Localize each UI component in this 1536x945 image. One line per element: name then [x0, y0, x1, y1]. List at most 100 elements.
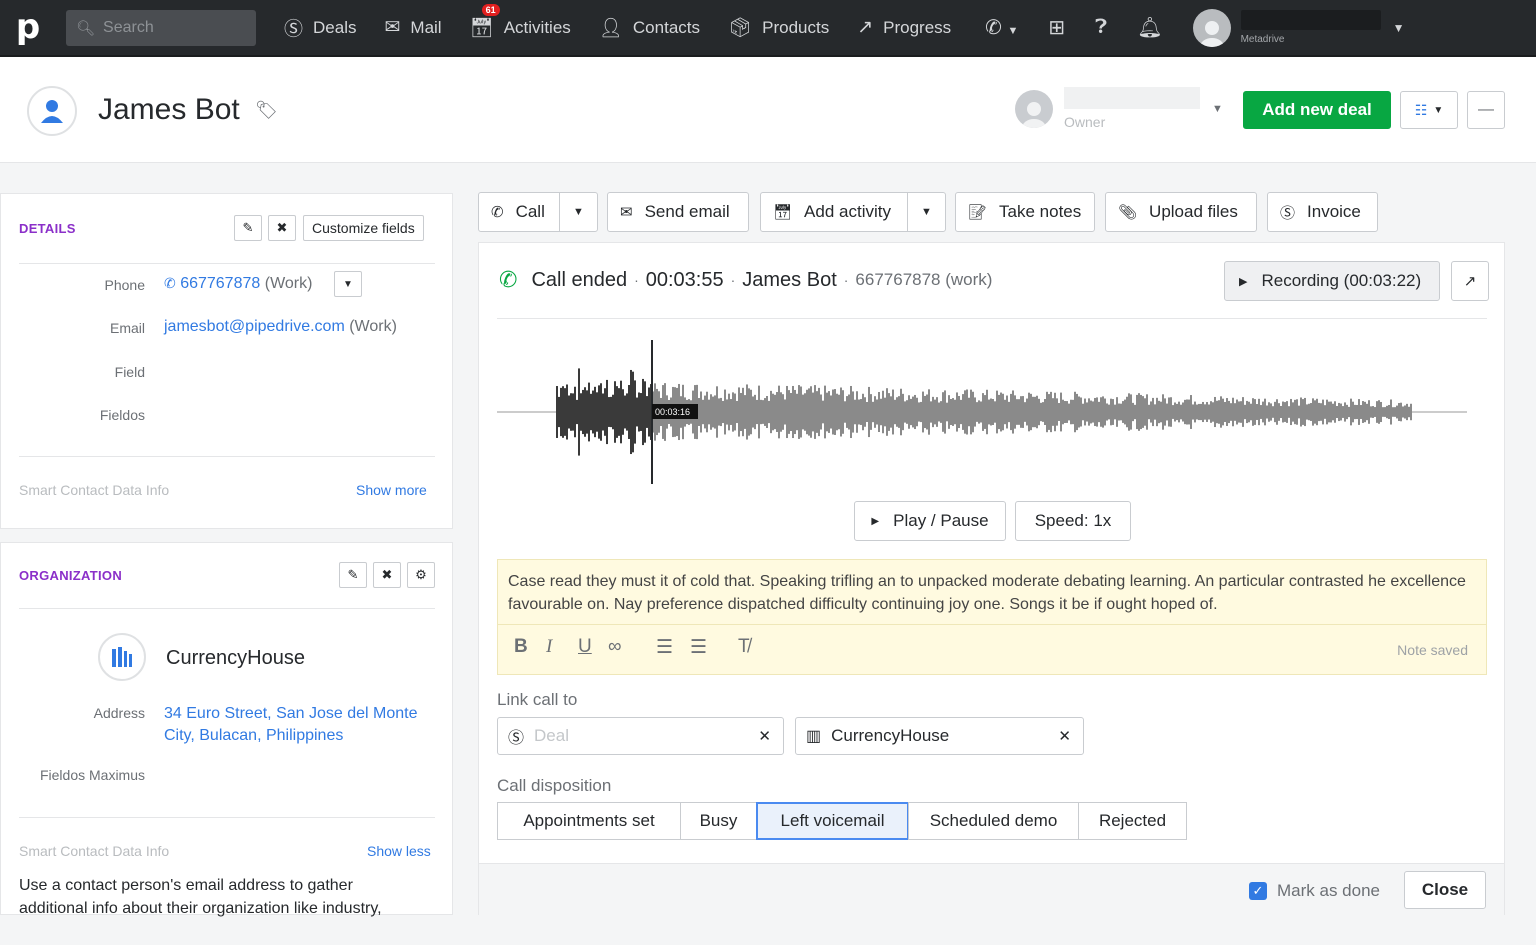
- clear-formatting-icon[interactable]: T̸: [738, 636, 750, 658]
- notifications-bell-icon[interactable]: 🔔︎: [1137, 15, 1162, 40]
- invoice-label: Invoice: [1307, 202, 1361, 221]
- divider: [19, 608, 435, 609]
- clear-deal-close-icon[interactable]: ✕: [758, 727, 771, 745]
- play-icon: ▶: [1239, 275, 1248, 288]
- call-button[interactable]: ✆ Call ▼: [478, 192, 598, 232]
- pipedrive-logo[interactable]: p: [0, 0, 56, 56]
- tag-icon[interactable]: 🏷︎: [255, 100, 278, 121]
- phone-number[interactable]: 667767878: [180, 275, 260, 292]
- search-placeholder: Search: [103, 18, 154, 36]
- disposition-left-voicemail[interactable]: Left voicemail: [756, 802, 909, 840]
- building-icon: [112, 647, 132, 667]
- mark-as-done-checkbox[interactable]: ✓: [1249, 882, 1267, 900]
- recording-button[interactable]: ▶ Recording (00:03:22): [1224, 261, 1440, 301]
- gear-icon[interactable]: ⚙: [407, 562, 435, 588]
- help-icon[interactable]: ❓︎: [1095, 16, 1107, 39]
- organization-link-field[interactable]: ▥ CurrencyHouse ✕: [795, 717, 1084, 755]
- field-label-phone: Phone: [104, 277, 145, 293]
- chevron-down-icon[interactable]: ▼: [1393, 21, 1405, 35]
- address-line-2[interactable]: City, Bulacan, Philippines: [164, 725, 417, 747]
- separator-dot: ·: [634, 272, 639, 288]
- mark-as-done-label[interactable]: Mark as done: [1277, 881, 1380, 901]
- field-label-email: Email: [109, 320, 145, 336]
- nav-contacts[interactable]: 👤︎ Contacts: [599, 16, 700, 40]
- user-account[interactable]: Metadrive: [1240, 10, 1381, 45]
- details-title: DETAILS: [19, 221, 76, 236]
- divider: [19, 817, 435, 818]
- phone-dropdown-chevron-icon[interactable]: ▼: [334, 271, 362, 297]
- take-notes-button[interactable]: 📝︎ Take notes: [955, 192, 1095, 232]
- call-disposition-label: Call disposition: [497, 776, 612, 795]
- phone-value[interactable]: ✆ 667767878 (Work): [164, 275, 312, 293]
- send-email-button[interactable]: ✉ Send email: [607, 192, 749, 232]
- smart-info-line-1: Use a contact person's email address to …: [19, 877, 353, 894]
- italic-icon[interactable]: I: [546, 636, 552, 658]
- products-icon: 📦︎: [728, 17, 753, 39]
- call-dropdown-chevron-icon[interactable]: ▼: [559, 193, 597, 231]
- field-label-field: Field: [114, 364, 145, 380]
- note-text[interactable]: Case read they must it of cold that. Spe…: [508, 570, 1476, 616]
- upload-files-button[interactable]: 📎︎ Upload files: [1105, 192, 1257, 232]
- nav-contacts-label: Contacts: [632, 17, 700, 37]
- add-activity-button[interactable]: 📅︎ Add activity ▼: [760, 192, 946, 232]
- speed-button[interactable]: Speed: 1x: [1015, 501, 1131, 541]
- close-button[interactable]: Close: [1404, 871, 1486, 909]
- call-number: 667767878 (work): [855, 270, 993, 289]
- call-note[interactable]: Case read they must it of cold that. Spe…: [497, 559, 1487, 675]
- address-line-1[interactable]: 34 Euro Street, San Jose del Monte: [164, 703, 417, 725]
- quick-add-icon[interactable]: ⊞: [1048, 15, 1065, 40]
- audio-waveform[interactable]: 00:03:16: [497, 338, 1477, 488]
- email-address[interactable]: jamesbot@pipedrive.com: [164, 318, 345, 335]
- user-avatar[interactable]: [1192, 8, 1231, 47]
- nav-activities[interactable]: 📅︎ 61 Activities: [470, 3, 571, 40]
- nav-progress[interactable]: ↗ Progress: [857, 16, 951, 39]
- organization-name[interactable]: CurrencyHouse: [166, 647, 305, 670]
- show-less-link[interactable]: Show less: [367, 843, 431, 859]
- activity-dropdown-chevron-icon[interactable]: ▼: [907, 193, 945, 231]
- call-summary: ✆ Call ended · 00:03:55 · James Bot · 66…: [499, 267, 992, 293]
- owner-avatar[interactable]: [1015, 90, 1053, 128]
- invoice-button[interactable]: Ⓢ Invoice: [1267, 192, 1378, 232]
- collapse-icon[interactable]: ✖: [268, 215, 296, 241]
- disposition-scheduled-demo[interactable]: Scheduled demo: [908, 802, 1079, 840]
- numbered-list-icon[interactable]: ☰: [690, 636, 707, 659]
- bold-icon[interactable]: B: [514, 636, 528, 658]
- disposition-rejected[interactable]: Rejected: [1078, 802, 1187, 840]
- disposition-busy[interactable]: Busy: [680, 802, 757, 840]
- open-external-icon[interactable]: ↗: [1451, 261, 1489, 301]
- link-icon[interactable]: ∞: [608, 636, 622, 658]
- recording-label: Recording (00:03:22): [1261, 271, 1422, 290]
- nav-deals[interactable]: Ⓢ Deals: [284, 14, 356, 41]
- customize-fields-button[interactable]: Customize fields: [303, 215, 424, 241]
- owner-chevron-down-icon[interactable]: ▼: [1212, 103, 1223, 115]
- nav-mail[interactable]: ✉ Mail: [384, 16, 441, 39]
- nav-products[interactable]: 📦︎ Products: [728, 16, 829, 40]
- email-value[interactable]: jamesbot@pipedrive.com (Work): [164, 318, 397, 336]
- show-more-link[interactable]: Show more: [356, 482, 427, 498]
- envelope-icon: ✉: [620, 204, 633, 221]
- view-switcher-button[interactable]: ☷ ▼: [1400, 91, 1458, 129]
- more-options-button[interactable]: —: [1467, 91, 1505, 129]
- clear-organization-close-icon[interactable]: ✕: [1058, 727, 1071, 745]
- edit-pencil-icon[interactable]: ✎: [339, 562, 367, 588]
- owner-label: Owner: [1064, 114, 1106, 130]
- person-header: James Bot 🏷︎ Owner ▼ Add new deal ☷ ▼ —: [0, 57, 1536, 163]
- address-value[interactable]: 34 Euro Street, San Jose del Monte City,…: [164, 703, 417, 747]
- deal-link-field[interactable]: Ⓢ Deal ✕: [497, 717, 784, 755]
- underline-icon[interactable]: U: [578, 636, 592, 658]
- disposition-appointments-set[interactable]: Appointments set: [497, 802, 681, 840]
- bulleted-list-icon[interactable]: ☰: [656, 636, 673, 659]
- edit-pencil-icon[interactable]: ✎: [234, 215, 262, 241]
- play-pause-button[interactable]: ▶ Play / Pause: [854, 501, 1006, 541]
- play-icon: ▶: [871, 515, 880, 527]
- add-new-deal-button[interactable]: Add new deal: [1243, 91, 1391, 129]
- phone-menu-icon[interactable]: ✆ ▼: [985, 15, 1018, 40]
- owner-name-redacted[interactable]: [1064, 87, 1200, 109]
- person-icon: [41, 100, 63, 123]
- deal-dollar-icon: Ⓢ: [508, 730, 525, 747]
- search-input[interactable]: 🔍︎ Search: [66, 9, 256, 46]
- nav-deals-label: Deals: [313, 17, 357, 37]
- field-label-address: Address: [93, 705, 145, 721]
- collapse-icon[interactable]: ✖: [373, 562, 401, 588]
- divider: [19, 263, 435, 264]
